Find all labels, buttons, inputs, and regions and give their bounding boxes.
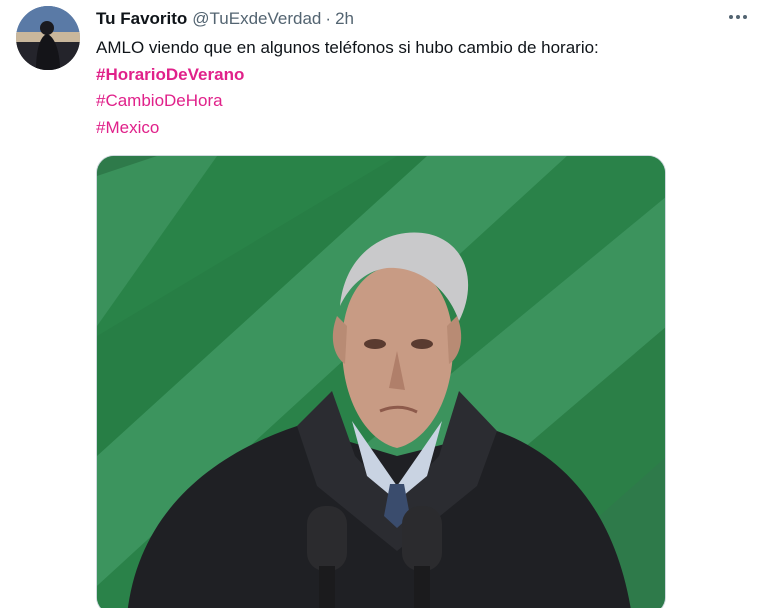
hashtag-link[interactable]: #CambioDeHora [96, 88, 748, 115]
avatar[interactable] [16, 6, 80, 70]
tweet-body: AMLO viendo que en algunos teléfonos si … [96, 38, 599, 57]
separator-dot: · [325, 9, 332, 28]
tweet-photo [97, 156, 665, 608]
more-dots-icon [736, 15, 740, 19]
user-handle[interactable]: @TuExdeVerdad [192, 8, 321, 30]
more-options-button[interactable] [720, 6, 756, 28]
hashtag-link[interactable]: #HorarioDeVerano [96, 62, 748, 89]
tweet-header: Tu Favorito @TuExdeVerdad · 2h [96, 7, 748, 31]
tweet[interactable]: Tu Favorito @TuExdeVerdad · 2h AMLO vien… [0, 0, 768, 608]
more-dots-icon [743, 15, 747, 19]
display-name[interactable]: Tu Favorito [96, 8, 187, 30]
tweet-media[interactable] [96, 155, 666, 608]
timestamp[interactable]: 2h [335, 8, 354, 30]
tweet-text: AMLO viendo que en algunos teléfonos si … [96, 35, 748, 141]
more-dots-icon [729, 15, 733, 19]
hashtag-link[interactable]: #Mexico [96, 115, 748, 142]
avatar-image [16, 6, 80, 70]
